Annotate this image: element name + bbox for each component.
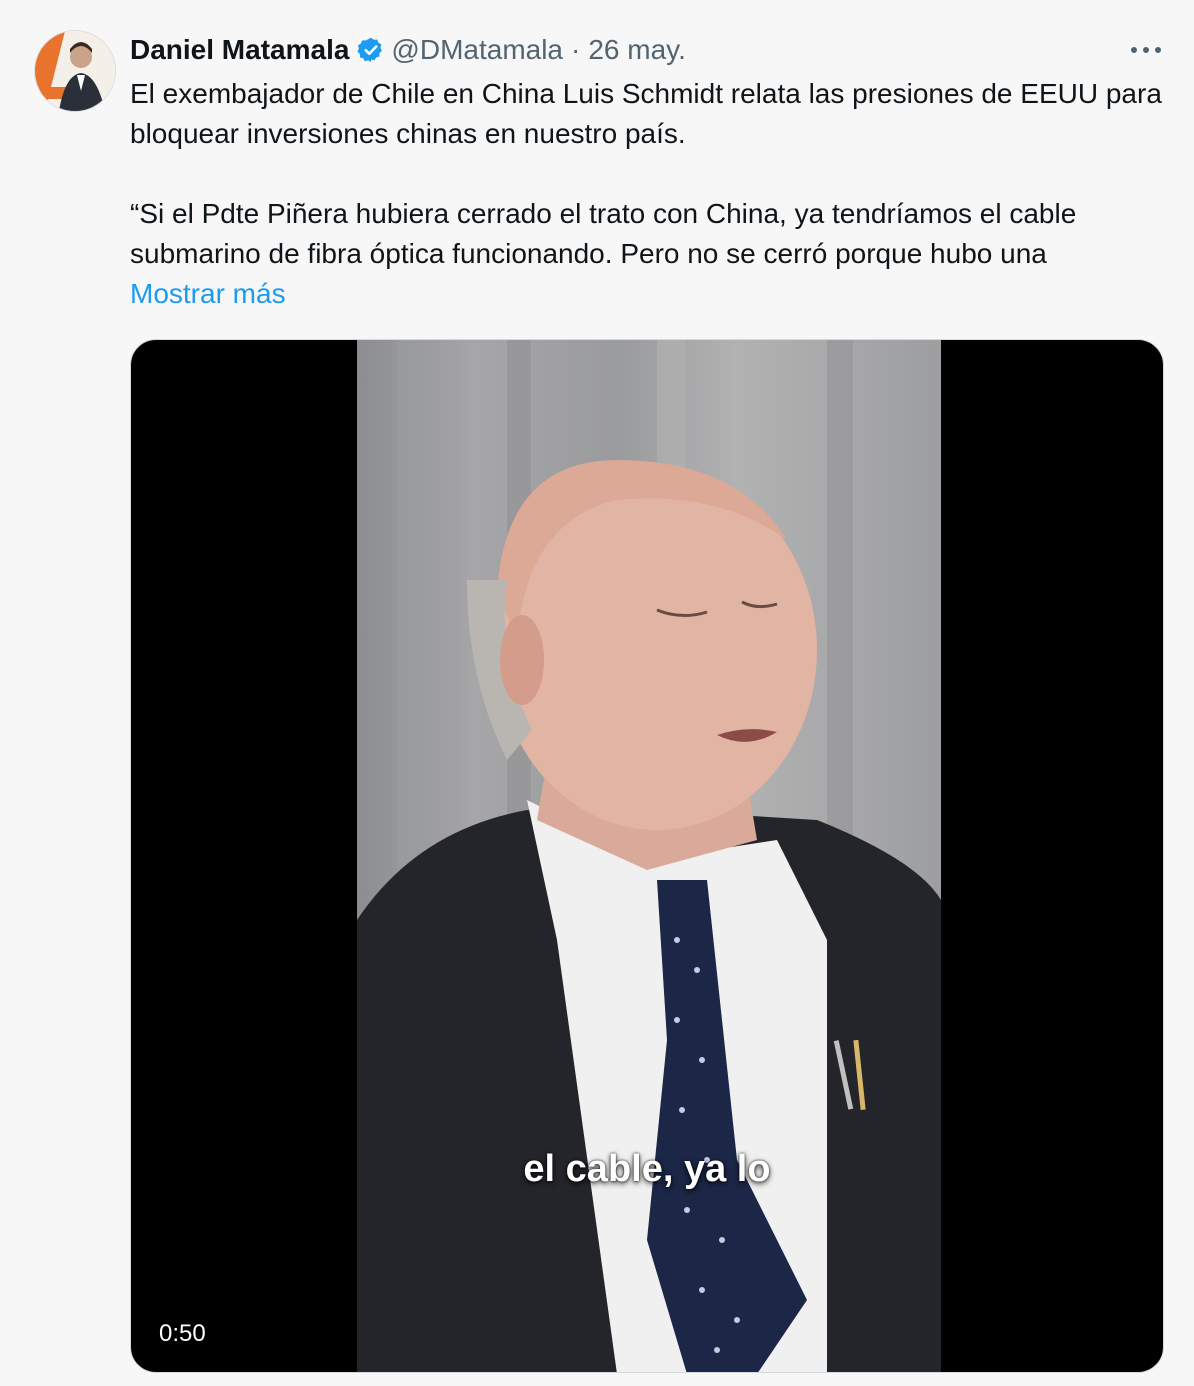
video-thumbnail-image: [357, 340, 941, 1372]
author-handle[interactable]: @DMatamala: [391, 34, 563, 66]
verified-badge-icon: [357, 36, 385, 64]
tweet-card[interactable]: Daniel Matamala @DMatamala · 26 may. El …: [0, 0, 1194, 1386]
avatar[interactable]: [34, 30, 116, 112]
tweet-paragraph-1: El exembajador de Chile en China Luis Sc…: [130, 78, 1162, 149]
video-frame: [357, 340, 941, 1372]
tweet-text: El exembajador de Chile en China Luis Sc…: [130, 74, 1170, 314]
more-dots-icon: [1131, 47, 1161, 53]
video-subtitle: el cable, ya lo: [523, 1148, 771, 1190]
author-name[interactable]: Daniel Matamala: [130, 34, 349, 66]
show-more-link[interactable]: Mostrar más: [130, 274, 286, 314]
video-player[interactable]: el cable, ya lo 0:50: [130, 339, 1164, 1373]
tweet-header: Daniel Matamala @DMatamala · 26 may.: [130, 30, 686, 70]
tweet-date[interactable]: 26 may.: [588, 34, 686, 66]
header-separator: ·: [571, 34, 581, 65]
more-options-button[interactable]: [1126, 34, 1166, 66]
video-duration: 0:50: [159, 1320, 206, 1347]
tweet-paragraph-2: “Si el Pdte Piñera hubiera cerrado el tr…: [130, 198, 1077, 269]
avatar-icon: [35, 31, 115, 111]
